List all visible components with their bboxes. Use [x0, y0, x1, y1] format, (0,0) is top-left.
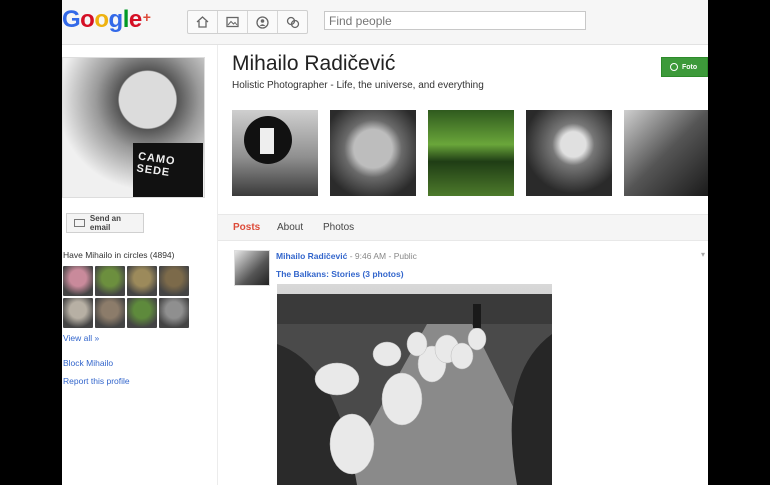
report-profile-link[interactable]: Report this profile — [63, 376, 130, 386]
profile-tagline: Holistic Photographer - Life, the univer… — [232, 80, 484, 91]
add-to-circles-button[interactable]: Foto — [661, 57, 708, 77]
logo-letter: g — [108, 6, 124, 33]
profile-icon[interactable] — [248, 11, 278, 33]
send-email-label: Send an email — [89, 214, 122, 232]
circle-member-avatar[interactable] — [159, 266, 189, 296]
circle-avatars-grid — [63, 266, 191, 328]
post-author-avatar[interactable] — [234, 250, 270, 286]
circle-member-avatar[interactable] — [127, 266, 157, 296]
logo-letter: G — [62, 6, 81, 33]
tab-photos[interactable]: Photos — [323, 222, 354, 233]
logo-text: Google — [62, 6, 142, 33]
profile-name: Mihailo Radičević — [232, 52, 396, 75]
photo-strip-image-1[interactable] — [232, 110, 318, 196]
google-plus-logo[interactable]: Google+ — [62, 6, 151, 34]
google-plus-profile-page: Google+ CAMO SEDE Send an email Have Mih… — [62, 0, 708, 485]
find-people-search-input[interactable] — [324, 11, 586, 30]
left-sidebar: CAMO SEDE Send an email Have Mihailo in … — [62, 45, 218, 485]
post-visibility: Public — [393, 251, 417, 261]
add-to-circles-label: Foto — [682, 63, 698, 71]
post-meta: Mihailo Radičević - 9:46 AM - Public — [276, 251, 417, 261]
circle-member-avatar[interactable] — [63, 298, 93, 328]
home-icon[interactable] — [188, 11, 218, 33]
sign-letter-shape — [260, 128, 274, 154]
post-time[interactable]: 9:46 AM — [355, 251, 386, 261]
photo-strip-image-5[interactable] — [624, 110, 708, 196]
logo-letter: o — [80, 6, 95, 33]
envelope-icon — [74, 219, 85, 227]
photo-strip-image-3[interactable] — [428, 110, 514, 196]
circles-count-heading: Have Mihailo in circles (4894) — [63, 250, 175, 260]
shirt-text: CAMO SEDE — [135, 150, 177, 180]
circles-icon[interactable] — [278, 11, 307, 33]
logo-plus: + — [142, 9, 151, 25]
circle-member-avatar[interactable] — [63, 266, 93, 296]
photos-icon[interactable] — [218, 11, 248, 33]
top-bar: Google+ — [62, 0, 708, 45]
profile-photo[interactable]: CAMO SEDE — [62, 57, 205, 198]
view-all-link[interactable]: View all » — [63, 333, 99, 343]
send-email-button[interactable]: Send an email — [66, 213, 144, 233]
logo-letter: e — [128, 6, 142, 33]
shirt-print: CAMO SEDE — [133, 143, 203, 197]
circle-member-avatar[interactable] — [127, 298, 157, 328]
nav-button-group — [187, 10, 308, 34]
logo-letter: o — [94, 6, 109, 33]
photo-strip-image-4[interactable] — [526, 110, 612, 196]
profile-tabs: Posts About Photos — [218, 214, 708, 241]
photo-strip-image-2[interactable] — [330, 110, 416, 196]
circle-member-avatar[interactable] — [95, 298, 125, 328]
post-album-title[interactable]: The Balkans: Stories (3 photos) — [276, 269, 404, 279]
circle-member-avatar[interactable] — [95, 266, 125, 296]
tab-posts[interactable]: Posts — [233, 222, 260, 233]
post-author-link[interactable]: Mihailo Radičević — [276, 251, 347, 261]
post-options-icon[interactable]: ▾ — [701, 250, 708, 259]
block-user-link[interactable]: Block Mihailo — [63, 358, 113, 368]
tab-about[interactable]: About — [277, 222, 303, 233]
post-photo-sheep[interactable] — [277, 284, 552, 485]
circle-icon — [670, 63, 678, 71]
circle-member-avatar[interactable] — [159, 298, 189, 328]
